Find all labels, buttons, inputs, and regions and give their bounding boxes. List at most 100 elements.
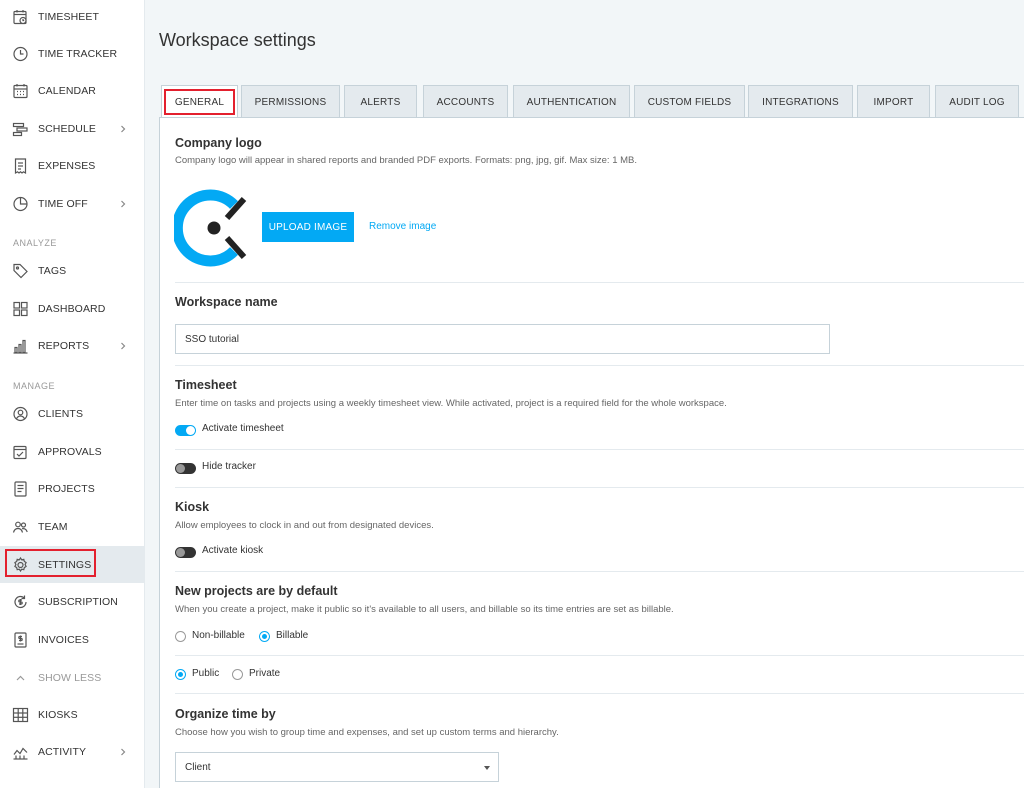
organize-title: Organize time by	[175, 707, 276, 721]
tab-accounts[interactable]: ACCOUNTS	[423, 85, 508, 118]
sidebar-item-clients[interactable]: CLIENTS	[0, 395, 145, 432]
tab-general[interactable]: GENERAL	[161, 85, 238, 118]
billable-label: Billable	[276, 630, 309, 641]
chevron-right-icon	[121, 748, 126, 755]
non-billable-radio[interactable]	[175, 631, 186, 642]
team-icon	[12, 518, 29, 535]
remove-image-link[interactable]: Remove image	[369, 221, 436, 232]
approvals-icon	[12, 443, 29, 460]
sidebar-item-label: PROJECTS	[38, 482, 95, 495]
public-label: Public	[192, 668, 220, 679]
kiosk-desc: Allow employees to clock in and out from…	[175, 520, 434, 531]
sidebar-item-time-tracker[interactable]: TIME TRACKER	[0, 35, 145, 72]
organize-time-select[interactable]: Client	[175, 752, 499, 782]
organize-desc: Choose how you wish to group time and ex…	[175, 727, 559, 738]
upload-image-button[interactable]: UPLOAD IMAGE	[262, 212, 354, 242]
schedule-icon	[12, 120, 29, 137]
calendar-icon	[12, 82, 29, 99]
chevron-right-icon	[121, 342, 126, 349]
divider	[175, 693, 1024, 694]
timesheet-desc: Enter time on tasks and projects using a…	[175, 398, 727, 409]
settings-panel: Company logo Company logo will appear in…	[159, 117, 1024, 788]
tab-label: ACCOUNTS	[436, 96, 495, 108]
sidebar-item-calendar[interactable]: CALENDAR	[0, 72, 145, 109]
tab-alerts[interactable]: ALERTS	[344, 85, 417, 118]
receipt-icon	[12, 157, 29, 174]
hide-tracker-label: Hide tracker	[202, 461, 256, 472]
sidebar-item-tags[interactable]: TAGS	[0, 252, 145, 289]
tab-label: CUSTOM FIELDS	[647, 96, 732, 108]
sidebar-item-label: SHOW LESS	[38, 671, 102, 684]
tab-permissions[interactable]: PERMISSIONS	[241, 85, 340, 118]
tab-audit-log[interactable]: AUDIT LOG	[935, 85, 1019, 118]
sidebar-item-approvals[interactable]: APPROVALS	[0, 433, 145, 470]
sidebar-item-label: TIME OFF	[38, 197, 88, 210]
sidebar-item-projects[interactable]: PROJECTS	[0, 470, 145, 507]
sidebar-item-settings[interactable]: SETTINGS	[0, 546, 145, 583]
sidebar-item-label: CALENDAR	[38, 84, 96, 97]
sidebar-item-label: TIME TRACKER	[38, 47, 118, 60]
caret-down-icon	[484, 766, 490, 770]
projects-icon	[12, 480, 29, 497]
subscription-icon	[12, 593, 29, 610]
select-value: Client	[185, 761, 211, 773]
sidebar-item-invoices[interactable]: INVOICES	[0, 621, 145, 658]
tab-label: PERMISSIONS	[254, 96, 327, 108]
toggle-knob	[176, 464, 185, 473]
sidebar-item-team[interactable]: TEAM	[0, 508, 145, 545]
sidebar-item-label: TAGS	[38, 264, 67, 277]
tab-label: AUTHENTICATION	[526, 96, 617, 108]
sidebar-item-label: DASHBOARD	[38, 302, 106, 315]
company-logo-desc: Company logo will appear in shared repor…	[175, 155, 638, 166]
clock-icon	[12, 45, 29, 62]
sidebar-item-label: APPROVALS	[38, 445, 102, 458]
sidebar-item-reports[interactable]: REPORTS	[0, 327, 145, 364]
private-radio[interactable]	[232, 669, 243, 680]
sidebar-item-expenses[interactable]: EXPENSES	[0, 147, 145, 184]
activity-icon	[12, 743, 29, 760]
reports-icon	[12, 337, 29, 354]
tab-label: IMPORT	[873, 96, 914, 108]
tab-authentication[interactable]: AUTHENTICATION	[513, 85, 630, 118]
activate-timesheet-toggle[interactable]	[175, 425, 196, 436]
sidebar-item-label: EXPENSES	[38, 159, 96, 172]
chevron-right-icon	[121, 200, 126, 207]
sidebar-item-schedule[interactable]: SCHEDULE	[0, 110, 145, 147]
timesheet-icon	[12, 8, 29, 25]
tab-integrations[interactable]: INTEGRATIONS	[748, 85, 853, 118]
divider	[175, 487, 1024, 488]
divider	[175, 655, 1024, 656]
tag-icon	[12, 262, 29, 279]
activate-kiosk-toggle[interactable]	[175, 547, 196, 558]
public-radio[interactable]	[175, 669, 186, 680]
invoices-icon	[12, 631, 29, 648]
chevron-right-icon	[121, 125, 126, 132]
clients-icon	[12, 405, 29, 422]
sidebar-item-label: SETTINGS	[38, 558, 92, 571]
activate-kiosk-label: Activate kiosk	[202, 545, 264, 556]
sidebar-item-subscription[interactable]: SUBSCRIPTION	[0, 583, 145, 620]
sidebar-item-label: ACTIVITY	[38, 745, 87, 758]
hide-tracker-toggle[interactable]	[175, 463, 196, 474]
chevron-up-icon	[12, 669, 29, 686]
tab-label: INTEGRATIONS	[762, 96, 839, 108]
billable-radio[interactable]	[259, 631, 270, 642]
input-value: SSO tutorial	[185, 333, 239, 345]
sidebar-item-kiosks[interactable]: KIOSKS	[0, 696, 145, 733]
divider	[175, 282, 1024, 283]
workspace-name-input[interactable]: SSO tutorial	[175, 324, 830, 354]
timesheet-title: Timesheet	[175, 378, 237, 392]
tab-import[interactable]: IMPORT	[857, 85, 930, 118]
sidebar-item-dashboard[interactable]: DASHBOARD	[0, 290, 145, 327]
tab-custom-fields[interactable]: CUSTOM FIELDS	[634, 85, 745, 118]
sidebar-item-timesheet[interactable]: TIMESHEET	[0, 0, 145, 35]
projects-default-title: New projects are by default	[175, 584, 338, 598]
highlight-frame	[164, 89, 235, 115]
projects-default-desc: When you create a project, make it publi…	[175, 604, 674, 615]
sidebar: TIMESHEET TIME TRACKER CALENDAR SCHEDULE…	[0, 0, 145, 788]
sidebar-item-time-off[interactable]: TIME OFF	[0, 185, 145, 222]
sidebar-show-less[interactable]: SHOW LESS	[0, 659, 145, 696]
sidebar-item-activity[interactable]: ACTIVITY	[0, 733, 145, 770]
kiosk-title: Kiosk	[175, 500, 210, 514]
sidebar-item-label: KIOSKS	[38, 708, 78, 721]
